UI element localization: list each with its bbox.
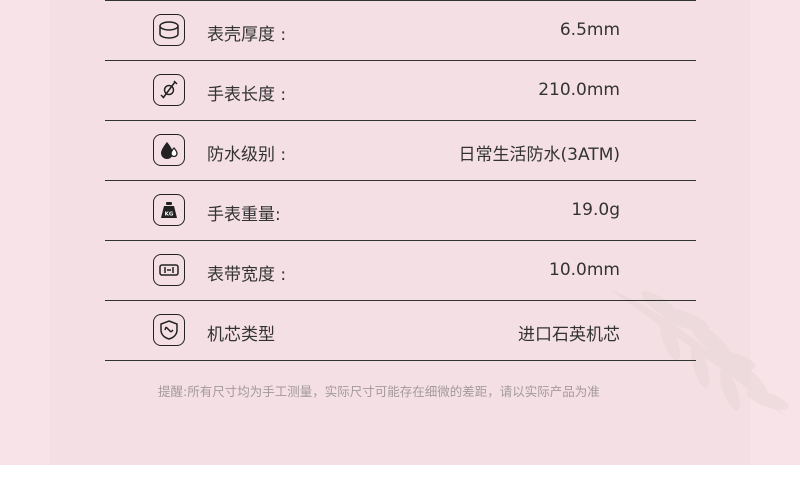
spec-row-movement: 机芯类型 进口石英机芯 [105, 301, 696, 361]
spec-value: 210.0mm [538, 80, 620, 100]
spec-label: 表带宽度 : [207, 265, 287, 285]
spec-row-watch-length: 手表长度 : 210.0mm [105, 61, 696, 121]
spec-value: 6.5mm [559, 20, 620, 40]
spec-label: 机芯类型 [207, 325, 275, 345]
spec-value: 进口石英机芯 [518, 325, 620, 345]
strap-width-icon [153, 254, 185, 286]
spec-label: 表壳厚度 : [207, 25, 287, 45]
spec-value: 日常生活防水(3ATM) [458, 145, 620, 165]
spec-value: 10.0mm [549, 260, 620, 280]
movement-icon [153, 314, 185, 346]
spec-label: 手表重量: [207, 205, 281, 225]
spec-label: 防水级别 : [207, 145, 287, 165]
spec-row-water-resistance: 防水级别 : 日常生活防水(3ATM) [105, 121, 696, 181]
spec-row-strap-width: 表带宽度 : 10.0mm [105, 241, 696, 301]
spec-value: 19.0g [571, 200, 620, 220]
spec-label: 手表长度 : [207, 85, 287, 105]
measurement-note: 提醒:所有尺寸均为手工测量，实际尺寸可能存在细微的差距，请以实际产品为准 [158, 384, 600, 399]
spec-row-case-thickness: 表壳厚度 : 6.5mm [105, 0, 696, 61]
bottom-strip [0, 465, 800, 491]
spec-row-weight: KG 手表重量: 19.0g [105, 181, 696, 241]
svg-text:KG: KG [165, 212, 174, 218]
watch-case-icon [153, 14, 185, 46]
weight-kg-icon: KG [153, 194, 185, 226]
water-drop-icon [153, 134, 185, 166]
strap-length-icon [153, 74, 185, 106]
spec-table: 表壳厚度 : 6.5mm 手表长度 : 210.0mm 防水级别 : 日常生活防… [105, 0, 696, 361]
